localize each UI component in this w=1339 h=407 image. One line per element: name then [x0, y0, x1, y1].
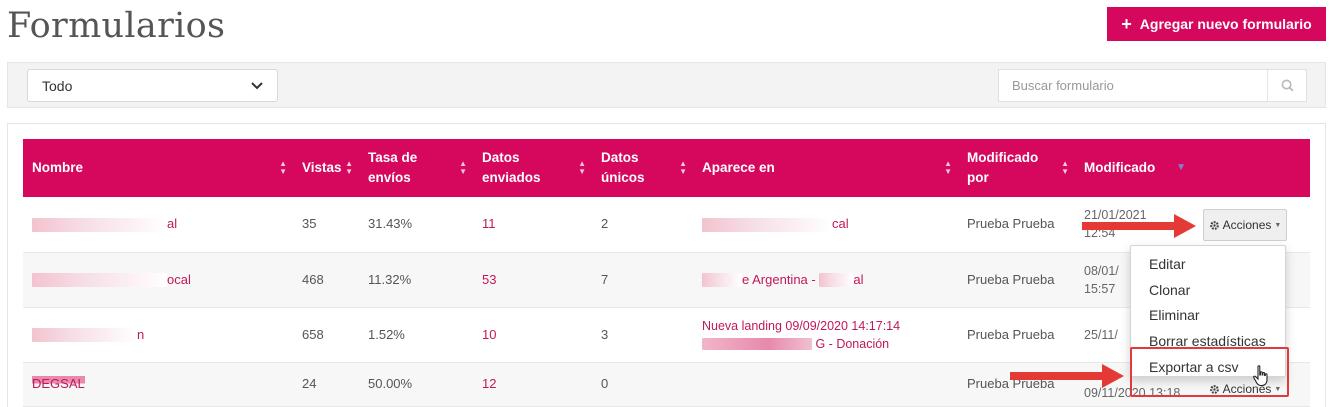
hand-cursor-icon: [1253, 365, 1268, 387]
modified-by-cell: Prueba Prueba: [967, 216, 1055, 232]
form-name-link[interactable]: al: [23, 197, 293, 252]
column-header-aparece-en[interactable]: Aparece en ▲ ▼: [693, 139, 958, 197]
sort-icon: ▲ ▼: [679, 159, 687, 176]
unique-cell: 0: [601, 376, 609, 391]
forms-page: Formularios + Agregar nuevo formulario T…: [0, 0, 1339, 407]
column-header-datos-enviados[interactable]: Datos enviados ▲ ▼: [473, 139, 592, 197]
actions-button-label: Acciones: [1222, 218, 1272, 232]
column-header-tasa[interactable]: Tasa de envíos ▲ ▼: [359, 139, 473, 197]
search-icon: [1281, 79, 1294, 92]
filter-select[interactable]: Todo: [27, 69, 278, 102]
sort-icon: ▲ ▼: [1061, 159, 1069, 176]
sort-icon: ▲ ▼: [345, 159, 353, 176]
rate-cell: 1.52%: [368, 326, 405, 342]
views-cell: 24: [302, 376, 317, 391]
sort-desc-icon: ▼: [1176, 162, 1186, 173]
chevron-down-icon: [251, 81, 263, 89]
plus-icon: +: [1121, 14, 1132, 34]
appears-link[interactable]: Nueva landing 09/09/2020 14:17:14 G - Do…: [693, 307, 958, 362]
filter-select-value: Todo: [42, 77, 73, 94]
views-cell: 468: [302, 271, 324, 287]
rate-cell: 50.00%: [368, 376, 413, 391]
modified-by-cell: Prueba Prueba: [967, 271, 1055, 287]
appears-link[interactable]: cal: [693, 197, 958, 252]
views-cell: 658: [302, 326, 324, 342]
column-header-datos-unicos[interactable]: Datos únicos ▲ ▼: [592, 139, 693, 197]
column-header-vistas[interactable]: Vistas ▲ ▼: [293, 139, 359, 197]
add-form-button[interactable]: + Agregar nuevo formulario: [1107, 7, 1326, 41]
menu-item-delete[interactable]: Eliminar: [1149, 307, 1200, 323]
appears-link[interactable]: e Argentina - al: [693, 252, 958, 307]
modified-by-cell: Prueba Prueba: [967, 376, 1055, 391]
unique-cell: 3: [601, 326, 609, 342]
column-header-modificado[interactable]: Modificado ▼: [1075, 139, 1310, 197]
form-name-link[interactable]: DEGSAL: [23, 362, 293, 406]
rate-cell: 11.32%: [368, 271, 412, 287]
actions-button[interactable]: Acciones ▼: [1203, 209, 1287, 241]
column-header-nombre[interactable]: Nombre ▲ ▼: [23, 139, 293, 197]
table-header-row: Nombre ▲ ▼ Vistas ▲ ▼ Tasa de envíos ▲ ▼ Datos…: [23, 139, 1310, 197]
unique-cell: 7: [601, 271, 609, 287]
arrow-annotation: [1082, 214, 1196, 238]
search-button[interactable]: [1267, 70, 1306, 101]
rate-cell: 31.43%: [368, 216, 413, 232]
unique-cell: 2: [601, 216, 609, 232]
search-input[interactable]: [999, 70, 1267, 101]
table-row: ocal 468 11.32% 53 7 e Argentina - al Pr…: [23, 252, 1310, 307]
sort-icon: ▲ ▼: [459, 159, 467, 176]
sent-link[interactable]: 11: [473, 197, 592, 252]
caret-down-icon: ▼: [1274, 221, 1282, 229]
sort-icon: ▲ ▼: [578, 159, 586, 176]
modified-by-cell: Prueba Prueba: [967, 326, 1055, 342]
appears-link[interactable]: [693, 362, 958, 406]
sent-link[interactable]: 12: [473, 362, 592, 406]
views-cell: 35: [302, 216, 317, 232]
sort-icon: ▲ ▼: [279, 159, 287, 176]
menu-item-clone[interactable]: Clonar: [1149, 282, 1190, 298]
form-name-link[interactable]: ocal: [23, 252, 293, 307]
search-box: [998, 69, 1307, 102]
table-row: n 658 1.52% 10 3 Nueva landing 09/09/202…: [23, 307, 1310, 362]
add-form-button-label: Agregar nuevo formulario: [1139, 16, 1312, 32]
filter-bar: Todo: [7, 62, 1326, 108]
page-title: Formularios: [7, 6, 226, 46]
sent-link[interactable]: 10: [473, 307, 592, 362]
sort-icon: ▲ ▼: [944, 159, 952, 176]
gear-icon: [1209, 220, 1219, 230]
column-header-modificado-por[interactable]: Modificado por ▲ ▼: [958, 139, 1075, 197]
sent-link[interactable]: 53: [473, 252, 592, 307]
arrow-annotation: [1010, 364, 1124, 388]
form-name-link[interactable]: n: [23, 307, 293, 362]
menu-item-edit[interactable]: Editar: [1149, 256, 1186, 272]
